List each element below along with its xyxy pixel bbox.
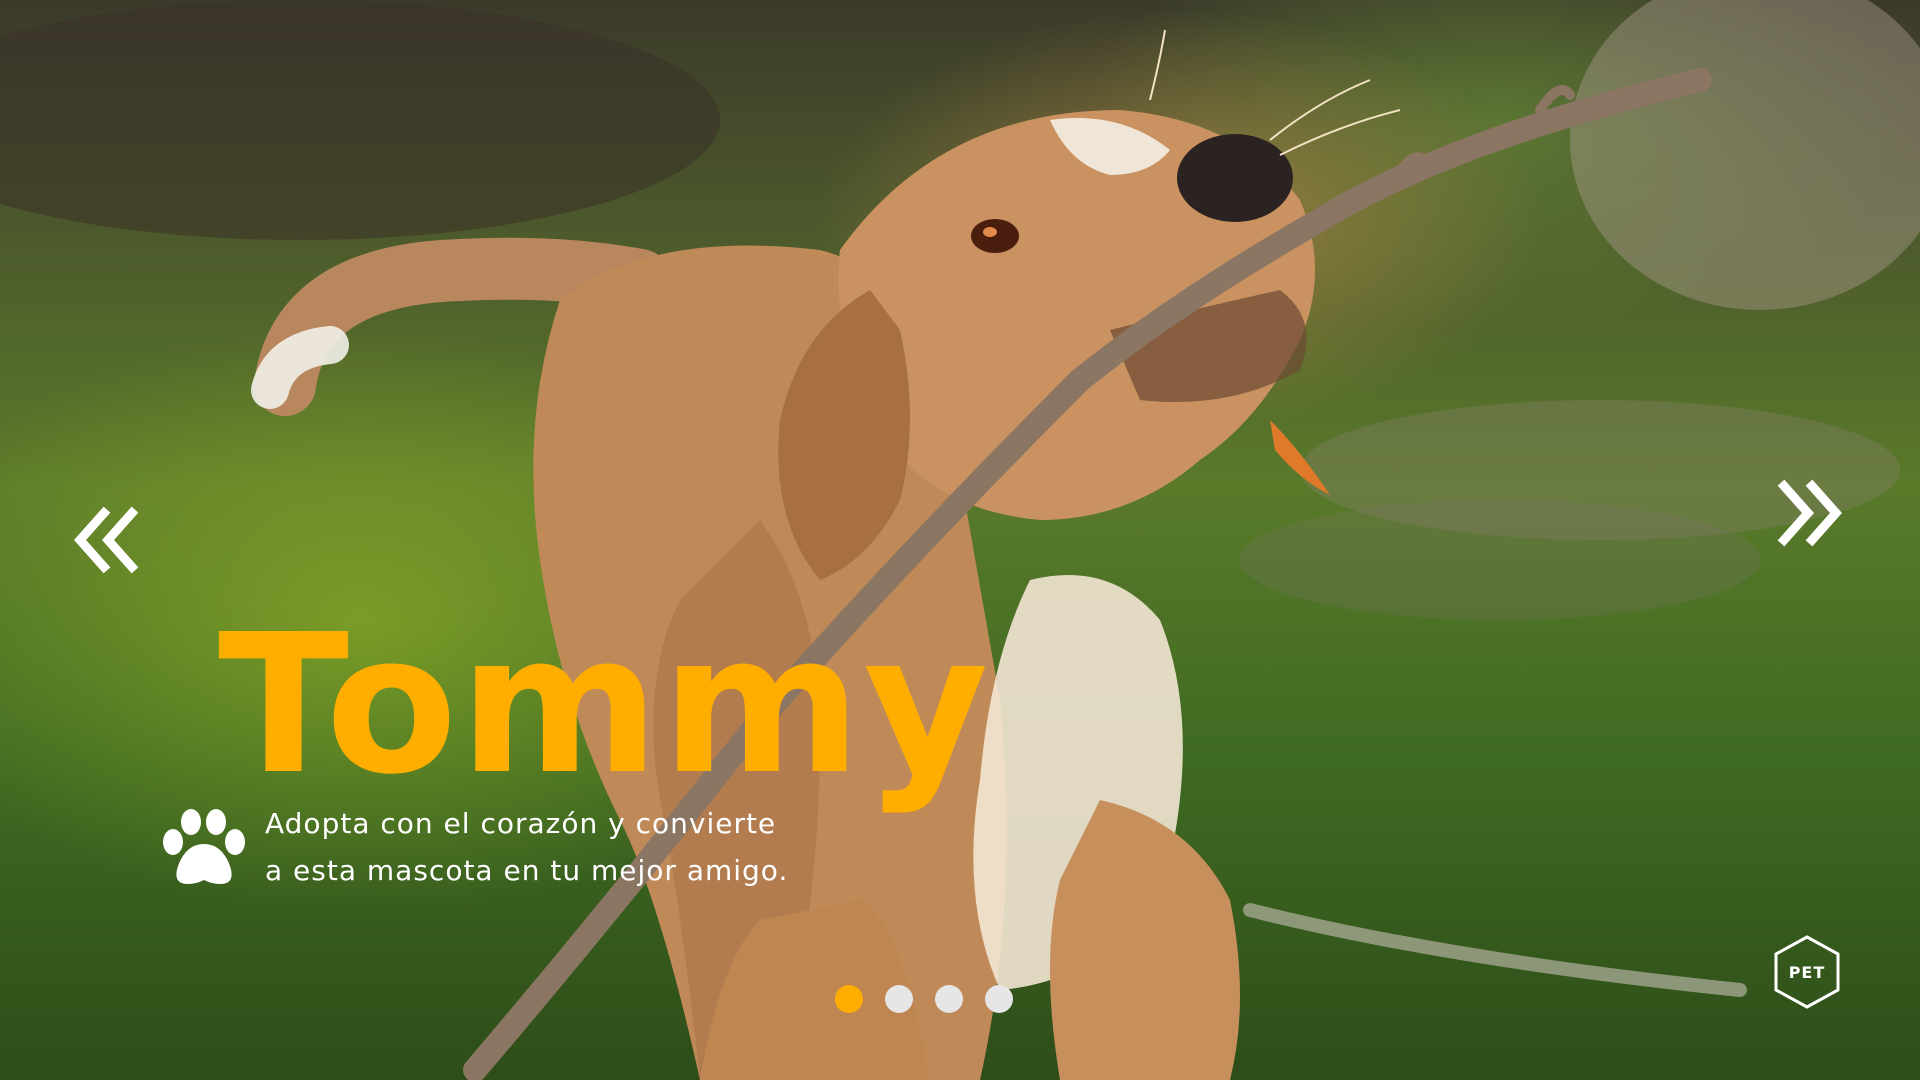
paw-icon — [163, 809, 245, 884]
pagination-dot-1[interactable] — [835, 985, 863, 1013]
pagination-dot-4[interactable] — [985, 985, 1013, 1013]
pet-logo[interactable]: PET — [1772, 934, 1842, 1010]
tagline-line-1: Adopta con el corazón y convierte — [265, 807, 777, 840]
logo-text: PET — [1788, 962, 1826, 982]
double-chevron-right-icon[interactable] — [1776, 478, 1846, 548]
pagination-dot-2[interactable] — [885, 985, 913, 1013]
tagline: Adopta con el corazón y convierte a esta… — [265, 800, 825, 894]
slide-pagination — [835, 985, 1013, 1013]
pagination-dot-3[interactable] — [935, 985, 963, 1013]
hero-slide: Tommy Adopta con el corazón y convierte … — [0, 0, 1920, 1080]
tagline-line-2: a esta mascota en tu mejor amigo. — [265, 854, 789, 887]
double-chevron-left-icon[interactable] — [70, 505, 140, 575]
dog-photo — [0, 0, 1920, 1080]
pet-name-title: Tommy — [218, 594, 991, 817]
